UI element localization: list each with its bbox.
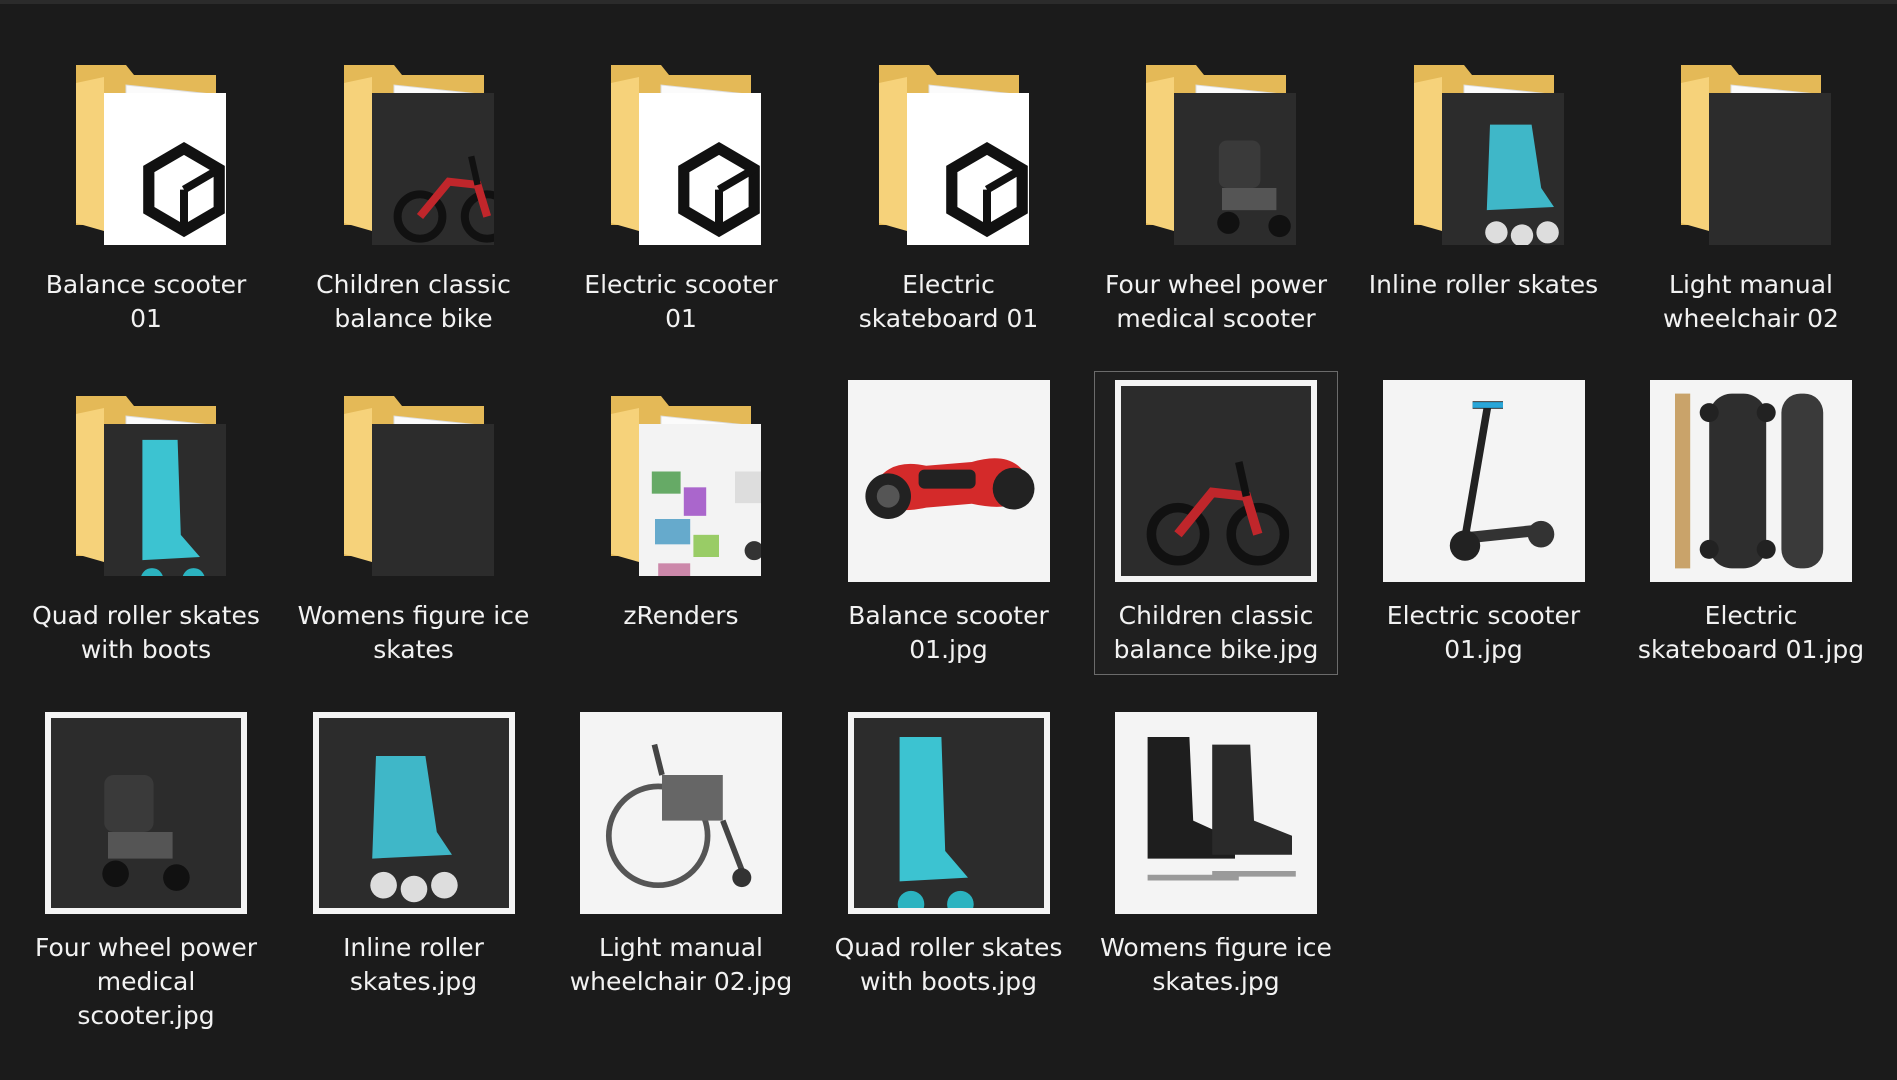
image-file-item[interactable]: Four wheel power medical scooter.jpg: [24, 703, 268, 1033]
image-file-item[interactable]: Electric skateboard 01.jpg: [1629, 371, 1873, 667]
item-label: Electric skateboard 01.jpg: [1637, 601, 1865, 664]
folder-thumbnail: [304, 40, 524, 260]
folder-icon: [1413, 65, 1554, 233]
folder-icon: [343, 396, 484, 564]
photo-preview: [45, 712, 247, 914]
folder-icon: [1146, 65, 1286, 233]
image-file-item[interactable]: Children classic balance bike.jpg: [1094, 371, 1338, 675]
folder-thumbnail: [571, 40, 791, 260]
folder-thumbnail: [1374, 40, 1594, 260]
image-file-item[interactable]: Balance scooter 01.jpg: [827, 371, 1071, 667]
photo-preview: [1115, 712, 1317, 914]
image-file-item[interactable]: Womens figure ice skates.jpg: [1094, 703, 1338, 999]
folder-item[interactable]: Four wheel power medical scooter: [1094, 40, 1338, 336]
folder-icon: [343, 65, 484, 233]
item-label: Light manual wheelchair 02: [1663, 270, 1839, 333]
item-label: Children classic balance bike: [316, 270, 511, 333]
item-label: Womens figure ice skates: [297, 601, 530, 664]
file-icon-grid: Balance scooter 01 Children classic bala…: [0, 0, 1897, 1080]
photo-preview: [1115, 380, 1317, 582]
folder-item[interactable]: Electric scooter 01: [559, 40, 803, 336]
item-label: Four wheel power medical scooter.jpg: [34, 933, 258, 1030]
mobility-scooter-thumbnail: [36, 703, 256, 923]
ice-skates-thumbnail: [1106, 703, 1326, 923]
item-label: zRenders: [623, 601, 739, 630]
photo-preview: [1382, 380, 1585, 582]
folder-thumbnail: [36, 371, 256, 591]
folder-item[interactable]: Quad roller skates with boots: [24, 371, 268, 667]
photo-preview: [312, 712, 515, 914]
item-label: Electric scooter 01.jpg: [1386, 601, 1581, 664]
item-label: Quad roller skates with boots: [32, 601, 260, 664]
item-label: Electric scooter 01: [584, 270, 778, 333]
wheelchair-thumbnail: [571, 703, 791, 923]
folder-item[interactable]: Children classic balance bike: [292, 40, 536, 336]
folder-icon: [76, 65, 216, 233]
quad-skates-thumbnail: [839, 703, 1059, 923]
balance-bike-thumbnail: [1106, 371, 1326, 591]
folder-thumbnail: [1106, 40, 1326, 260]
item-label: Balance scooter 01.jpg: [848, 601, 1049, 664]
item-label: Balance scooter 01: [45, 270, 247, 333]
folder-thumbnail: [839, 40, 1059, 260]
image-file-item[interactable]: Inline roller skates.jpg: [292, 703, 536, 999]
folder-item[interactable]: Light manual wheelchair 02: [1629, 40, 1873, 336]
image-file-item[interactable]: Electric scooter 01.jpg: [1362, 371, 1606, 667]
folder-icon: [76, 396, 216, 564]
folder-icon: [878, 65, 1019, 233]
folder-icon: [611, 396, 751, 564]
folder-icon: [611, 65, 751, 233]
item-label: Light manual wheelchair 02.jpg: [569, 933, 793, 996]
folder-item[interactable]: Electric skateboard 01: [827, 40, 1071, 336]
electric-skateboard-thumbnail: [1641, 371, 1861, 591]
folder-icon: [1681, 65, 1821, 233]
item-label: Electric skateboard 01: [858, 270, 1039, 333]
folder-item[interactable]: Inline roller skates: [1362, 40, 1606, 302]
folder-thumbnail: [1641, 40, 1861, 260]
folder-thumbnail: [36, 40, 256, 260]
item-label: Inline roller skates.jpg: [343, 933, 484, 996]
folder-thumbnail: [571, 371, 791, 591]
photo-preview: [580, 712, 782, 914]
photo-preview: [847, 712, 1050, 914]
item-label: Children classic balance bike.jpg: [1113, 601, 1319, 664]
photo-preview: [847, 380, 1050, 582]
image-file-item[interactable]: Quad roller skates with boots.jpg: [827, 703, 1071, 999]
image-file-item[interactable]: Light manual wheelchair 02.jpg: [559, 703, 803, 999]
electric-scooter-thumbnail: [1374, 371, 1594, 591]
folder-thumbnail: [304, 371, 524, 591]
photo-preview: [1650, 380, 1852, 582]
item-label: Womens figure ice skates.jpg: [1100, 933, 1332, 996]
folder-item[interactable]: zRenders: [559, 371, 803, 633]
folder-item[interactable]: Balance scooter 01: [24, 40, 268, 336]
item-label: Quad roller skates with boots.jpg: [834, 933, 1063, 996]
folder-item[interactable]: Womens figure ice skates: [292, 371, 536, 667]
item-label: Inline roller skates: [1368, 270, 1599, 299]
inline-skates-thumbnail: [304, 703, 524, 923]
item-label: Four wheel power medical scooter: [1104, 270, 1328, 333]
hoverboard-thumbnail: [839, 371, 1059, 591]
